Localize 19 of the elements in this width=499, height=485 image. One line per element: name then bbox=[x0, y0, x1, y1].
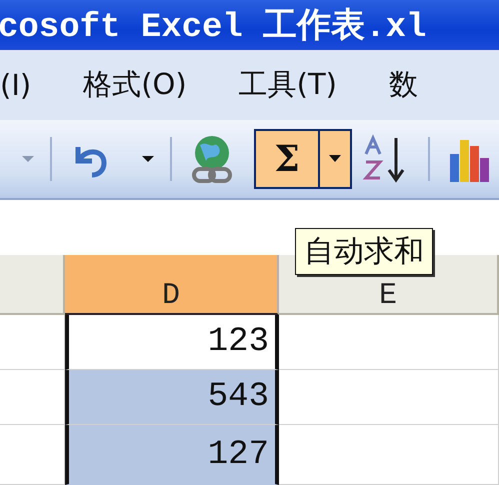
column-header[interactable]: D bbox=[65, 255, 279, 315]
tooltip: 自动求和 bbox=[295, 228, 433, 275]
menu-item[interactable]: (I) bbox=[0, 68, 32, 102]
dropdown-arrow-icon[interactable] bbox=[140, 154, 156, 164]
table-cell[interactable] bbox=[279, 370, 499, 425]
menu-item[interactable]: 格式(O) bbox=[83, 65, 187, 105]
table-cell[interactable]: 127 bbox=[65, 425, 279, 485]
table-cell[interactable] bbox=[0, 315, 65, 370]
window-title: cosoft Excel 工作表.xl bbox=[0, 6, 426, 48]
table-cell[interactable]: 543 bbox=[65, 370, 279, 425]
menu-item[interactable]: 工具(T) bbox=[238, 65, 337, 105]
column-header[interactable] bbox=[0, 255, 65, 315]
table-cell[interactable]: 123 bbox=[65, 315, 279, 370]
menu-item[interactable]: 数 bbox=[389, 65, 418, 105]
table-cell[interactable] bbox=[279, 425, 499, 485]
table-cell[interactable] bbox=[0, 370, 65, 425]
autosum-button[interactable]: Σ bbox=[254, 129, 352, 189]
table-cell[interactable] bbox=[0, 425, 65, 485]
table-cell[interactable] bbox=[279, 315, 499, 370]
